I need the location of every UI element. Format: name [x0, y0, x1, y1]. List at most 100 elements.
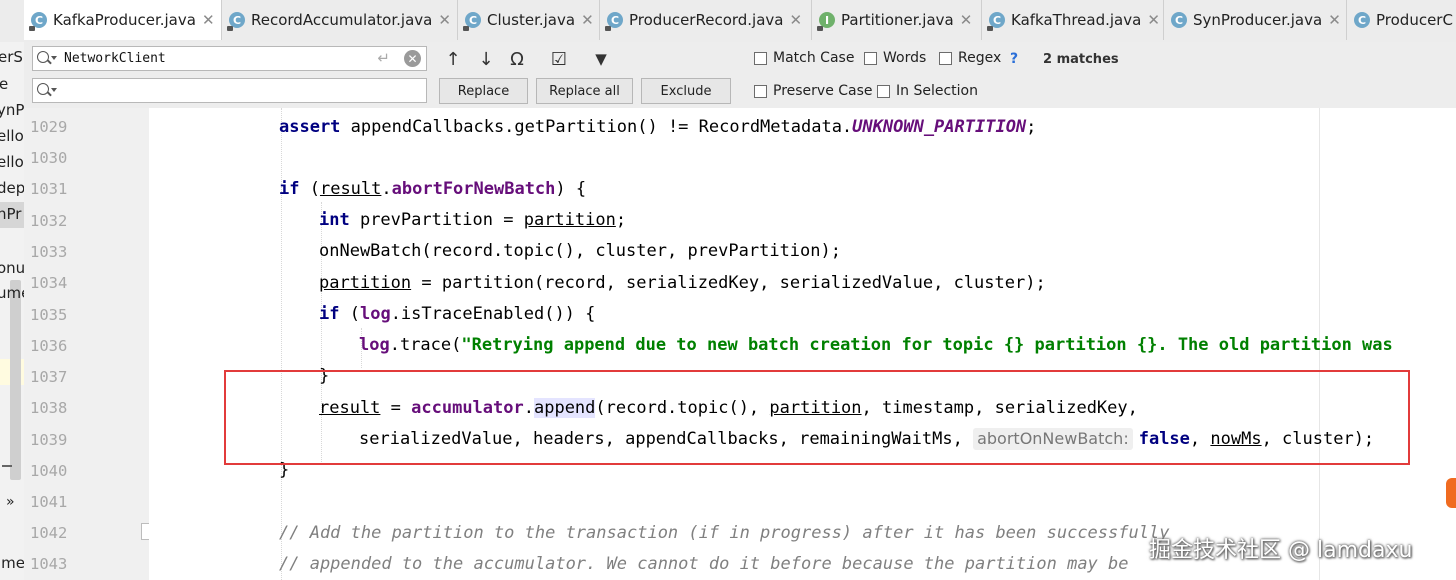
tree-item[interactable]: e — [0, 75, 8, 93]
search-icon — [37, 51, 49, 63]
find-all-icon[interactable]: Ω — [506, 48, 528, 70]
line-number-gutter: 1029 1030 1031 1032 1033 1034 1035 1036 … — [24, 108, 149, 580]
line-number: 1038 — [30, 399, 68, 417]
tree-item[interactable]: ello — [0, 127, 24, 145]
project-tree-panel: erS e ynP ello ello dep nPr onus ume » i… — [0, 42, 25, 580]
tree-item[interactable]: ynP — [0, 101, 24, 119]
class-file-icon: C — [1171, 12, 1187, 28]
tab-kafkathread[interactable]: C KafkaThread.java ✕ — [982, 0, 1164, 40]
search-input[interactable]: NetworkClient ↵ ✕ — [32, 46, 427, 71]
tab-producerrecord[interactable]: C ProducerRecord.java ✕ — [600, 0, 812, 40]
checkbox-box[interactable] — [877, 84, 890, 98]
exclude-button[interactable]: Exclude — [641, 78, 731, 104]
line-number: 1041 — [30, 493, 68, 511]
close-icon[interactable]: ✕ — [438, 11, 451, 29]
tree-scrollbar[interactable] — [10, 280, 21, 480]
close-icon[interactable]: ✕ — [581, 11, 594, 29]
regex-checkbox[interactable]: Regex — [939, 50, 1001, 66]
tab-kafkaproducer[interactable]: C KafkaProducer.java ✕ — [24, 0, 222, 40]
line-number: 1039 — [30, 431, 68, 449]
tab-label: KafkaProducer.java — [53, 11, 196, 29]
expand-arrows-icon[interactable]: » — [6, 494, 15, 510]
checkbox-box[interactable] — [939, 51, 952, 65]
lock-icon — [605, 26, 611, 31]
enter-icon[interactable]: ↵ — [377, 49, 390, 67]
replace-button[interactable]: Replace — [439, 78, 528, 104]
select-all-occurrences-icon[interactable]: ☑ — [548, 48, 570, 70]
code-line-1036[interactable]: log.trace("Retrying append due to new ba… — [359, 334, 1393, 356]
checkbox-label: Words — [883, 50, 927, 66]
next-occurrence-icon[interactable]: ↓ — [475, 48, 497, 70]
preserve-case-checkbox[interactable]: Preserve Case — [754, 83, 873, 99]
tree-item[interactable]: dep — [0, 179, 24, 197]
code-line-1029[interactable]: assert appendCallbacks.getPartition() !=… — [279, 116, 1036, 138]
tree-item[interactable]: ume — [0, 284, 24, 302]
tab-recordaccumulator[interactable]: C RecordAccumulator.java ✕ — [222, 0, 458, 40]
tab-label: RecordAccumulator.java — [251, 11, 433, 29]
close-icon[interactable]: ✕ — [202, 11, 215, 29]
history-dropdown-icon[interactable] — [51, 88, 57, 92]
class-file-icon: C — [227, 12, 245, 31]
line-number: 1036 — [30, 337, 68, 355]
lock-icon — [987, 26, 993, 31]
checkbox-label: Preserve Case — [773, 83, 873, 99]
tree-item[interactable]: erS — [0, 48, 23, 66]
checkbox-label: Match Case — [773, 50, 855, 66]
close-icon[interactable]: ✕ — [1147, 11, 1160, 29]
history-dropdown-icon[interactable] — [51, 56, 57, 60]
tree-item[interactable]: nPr — [0, 205, 21, 223]
tab-label: KafkaThread.java — [1011, 11, 1142, 29]
close-icon[interactable]: ✕ — [790, 11, 803, 29]
code-line-1034[interactable]: partition = partition(record, serialized… — [319, 272, 1046, 294]
class-file-icon: C — [987, 12, 1005, 31]
in-selection-checkbox[interactable]: In Selection — [877, 83, 978, 99]
search-value: NetworkClient — [64, 51, 166, 66]
replace-input[interactable] — [32, 78, 427, 103]
lock-icon — [227, 26, 233, 31]
class-file-icon: C — [605, 12, 623, 31]
close-icon[interactable]: ✕ — [1328, 11, 1341, 29]
watermark: 掘金技术社区 @ lamdaxu — [1149, 538, 1413, 563]
line-number: 1032 — [30, 212, 68, 230]
tree-item[interactable]: ime — [0, 554, 24, 572]
tab-label: SynProducer.java — [1193, 11, 1323, 29]
checkbox-label: In Selection — [896, 83, 978, 99]
replace-all-button[interactable]: Replace all — [536, 78, 633, 104]
filter-icon[interactable]: ▼ — [590, 48, 612, 70]
checkbox-label: Regex — [958, 50, 1002, 66]
code-editor[interactable]: assert appendCallbacks.getPartition() !=… — [149, 108, 1456, 580]
tab-producerc[interactable]: C ProducerC — [1347, 0, 1456, 40]
line-number: 1034 — [30, 274, 68, 292]
class-file-icon: C — [29, 12, 47, 31]
regex-help-link[interactable]: ? — [1010, 51, 1018, 67]
line-number: 1031 — [30, 180, 68, 198]
line-number: 1037 — [30, 368, 68, 386]
checkbox-box[interactable] — [754, 51, 767, 65]
annotation-highlight-box — [224, 370, 1410, 465]
code-line-1042[interactable]: // Add the partition to the transaction … — [279, 522, 1169, 544]
code-line-1043[interactable]: // appended to the accumulator. We canno… — [279, 553, 1129, 575]
class-file-icon: C — [1354, 12, 1370, 28]
tab-synproducer[interactable]: C SynProducer.java ✕ — [1164, 0, 1347, 40]
line-number: 1029 — [30, 118, 68, 136]
search-icon — [37, 83, 49, 95]
minimize-icon[interactable] — [2, 465, 12, 467]
match-case-checkbox[interactable]: Match Case — [754, 50, 854, 66]
code-line-1032[interactable]: int prevPartition = partition; — [319, 209, 626, 231]
clear-search-icon[interactable]: ✕ — [404, 50, 421, 67]
tab-partitioner[interactable]: I Partitioner.java ✕ — [812, 0, 982, 40]
tab-label: Cluster.java — [487, 11, 576, 29]
code-line-1031[interactable]: if (result.abortForNewBatch) { — [279, 178, 586, 200]
checkbox-box[interactable] — [754, 84, 767, 98]
previous-occurrence-icon[interactable]: ↑ — [442, 48, 464, 70]
class-file-icon: C — [463, 12, 481, 31]
code-line-1035[interactable]: if (log.isTraceEnabled()) { — [319, 303, 595, 325]
words-checkbox[interactable]: Words — [864, 50, 926, 66]
checkbox-box[interactable] — [864, 51, 877, 65]
tab-cluster[interactable]: C Cluster.java ✕ — [458, 0, 600, 40]
tree-item[interactable]: ello — [0, 153, 24, 171]
code-line-1033[interactable]: onNewBatch(record.topic(), cluster, prev… — [319, 240, 841, 262]
line-number: 1043 — [30, 555, 68, 573]
close-icon[interactable]: ✕ — [960, 11, 973, 29]
tree-item[interactable]: onus — [0, 259, 24, 277]
